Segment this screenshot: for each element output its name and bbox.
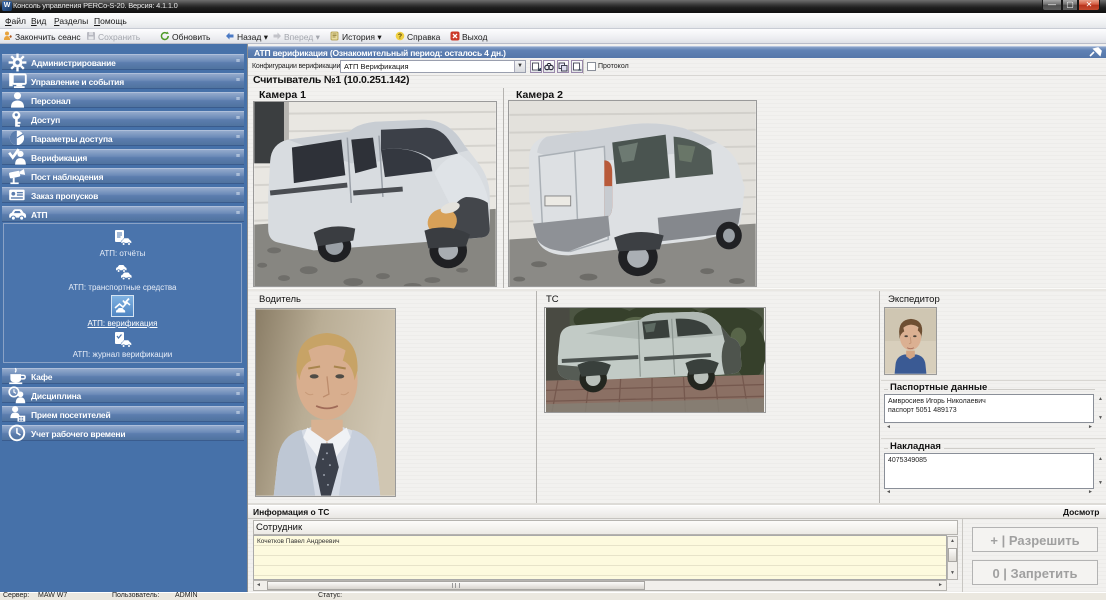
svg-text:?: ? <box>398 34 402 41</box>
